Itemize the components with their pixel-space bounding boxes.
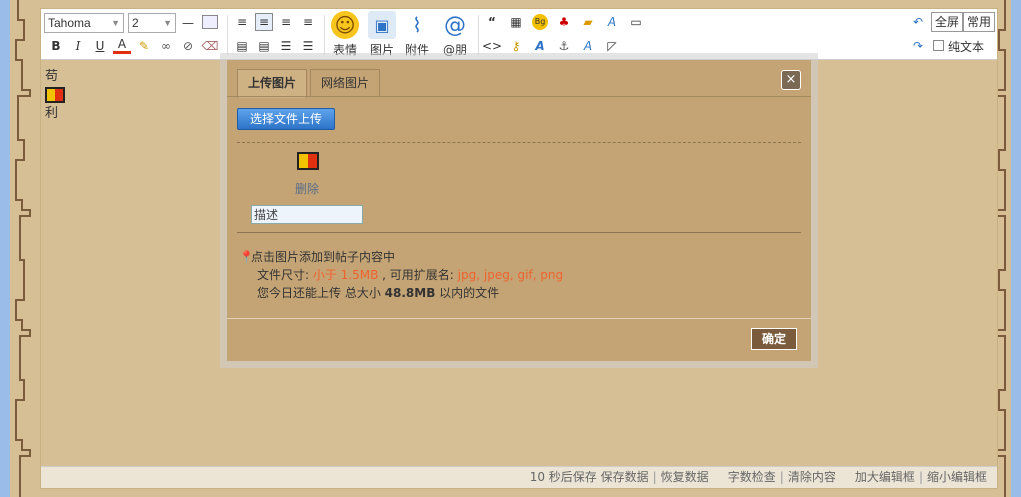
table-icon[interactable] bbox=[202, 15, 218, 29]
save-data-link[interactable]: 保存数据 bbox=[601, 470, 649, 484]
align-right-icon[interactable]: ≡ bbox=[299, 13, 317, 31]
link-icon[interactable]: ∞ bbox=[157, 37, 175, 55]
restore-data-link[interactable]: 恢复数据 bbox=[661, 470, 709, 484]
content-image[interactable] bbox=[45, 87, 65, 103]
mention-button[interactable]: @ @朋 bbox=[437, 11, 473, 58]
shrink-editor-link[interactable]: 缩小编辑框 bbox=[927, 470, 987, 484]
tab-web-image[interactable]: 网络图片 bbox=[310, 69, 381, 97]
qq-icon[interactable]: ♣ bbox=[555, 13, 573, 31]
word-check-link[interactable]: 字数检查 bbox=[728, 470, 776, 484]
editor-statusbar: 10 秒后保存 保存数据 | 恢复数据 字数检查 | 清除内容 加大编辑框 | 缩小编辑框 bbox=[41, 466, 997, 488]
image-icon: ▣ bbox=[368, 11, 396, 39]
at-icon: @ bbox=[444, 12, 466, 38]
right-decorative-border bbox=[997, 0, 1021, 497]
font-family-select[interactable]: Tahoma ▼ bbox=[44, 13, 124, 33]
fullscreen-button[interactable]: 全屏 bbox=[931, 12, 964, 32]
paperclip-icon: ⌇ bbox=[412, 13, 422, 37]
common-mode-button[interactable]: 常用 bbox=[963, 12, 996, 32]
align-left-icon[interactable]: ≡ bbox=[233, 13, 251, 31]
editor-content[interactable]: 苟 利 bbox=[45, 67, 65, 123]
tip-click-image: 点击图片添加到帖子内容中 bbox=[251, 250, 396, 264]
content-text-line: 利 bbox=[45, 106, 59, 121]
folder-icon[interactable]: ▰ bbox=[579, 13, 597, 31]
uploaded-image-thumbnail[interactable] bbox=[297, 152, 319, 170]
close-dialog-button[interactable]: × bbox=[781, 70, 801, 90]
font-color-button[interactable]: A bbox=[113, 36, 131, 54]
underline-button[interactable]: U bbox=[91, 37, 109, 55]
enlarge-editor-link[interactable]: 加大编辑框 bbox=[855, 470, 915, 484]
image-description-input[interactable] bbox=[251, 205, 363, 224]
subscript-button[interactable]: A bbox=[603, 13, 621, 31]
tab-upload-image[interactable]: 上传图片 bbox=[237, 69, 308, 98]
confirm-button[interactable]: 确定 bbox=[750, 328, 797, 350]
image-upload-dialog: 上传图片 网络图片 × 选择文件上传 删除 📍点击图片添加到帖子内容中 文件尺寸… bbox=[227, 60, 811, 361]
horizontal-rule-icon[interactable]: — bbox=[179, 14, 197, 32]
align-center-icon[interactable]: ≡ bbox=[277, 13, 295, 31]
image-button[interactable]: ▣ 图片 bbox=[364, 11, 400, 58]
unlink-icon[interactable]: ⊘ bbox=[179, 37, 197, 55]
clear-content-link[interactable]: 清除内容 bbox=[788, 470, 836, 484]
select-file-upload-button[interactable]: 选择文件上传 bbox=[237, 108, 336, 130]
quote-icon[interactable]: “ bbox=[483, 13, 501, 31]
plain-text-checkbox[interactable] bbox=[933, 40, 944, 51]
code-block-icon[interactable]: ▦ bbox=[507, 13, 525, 31]
attachment-button[interactable]: ⌇ 附件 bbox=[399, 11, 435, 58]
undo-icon[interactable]: ↶ bbox=[909, 13, 927, 31]
font-size-select[interactable]: 2 ▼ bbox=[128, 13, 176, 33]
redo-icon[interactable]: ↷ bbox=[909, 37, 927, 55]
pin-icon: 📍 bbox=[239, 250, 254, 264]
align-justify-icon[interactable]: ≡ bbox=[255, 13, 273, 31]
size-limit: 小于 1.5MB bbox=[312, 268, 379, 282]
content-text-line: 苟 bbox=[45, 69, 59, 84]
plain-text-label: 纯文本 bbox=[948, 40, 985, 54]
tv-icon[interactable]: ▭ bbox=[627, 13, 645, 31]
emoji-button[interactable]: ☺ 表情 bbox=[327, 11, 363, 58]
allowed-extensions: jpg, jpeg, gif, png bbox=[457, 268, 564, 282]
left-decorative-border bbox=[0, 0, 40, 497]
bold-button[interactable]: B bbox=[47, 37, 65, 55]
italic-button[interactable]: I bbox=[69, 37, 87, 55]
clear-format-icon[interactable]: ⌫ bbox=[201, 37, 219, 55]
upload-quota: 48.8MB bbox=[384, 286, 436, 300]
upload-tips: 📍点击图片添加到帖子内容中 文件尺寸: 小于 1.5MB , 可用扩展名: jp… bbox=[239, 250, 564, 300]
background-color-button[interactable]: Bg bbox=[531, 13, 549, 31]
autosave-status: 10 秒后保存 bbox=[529, 470, 597, 484]
highlight-icon[interactable]: ✎ bbox=[135, 37, 153, 55]
delete-image-link[interactable]: 删除 bbox=[295, 180, 319, 197]
smiley-icon: ☺ bbox=[331, 11, 359, 39]
